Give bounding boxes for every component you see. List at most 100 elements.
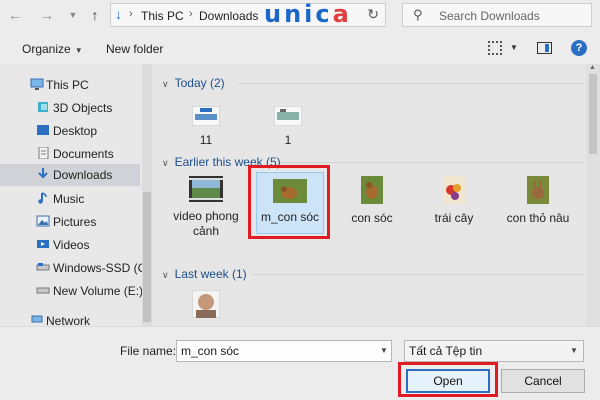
content-scrollbar[interactable]: ▲ bbox=[586, 64, 600, 326]
file-item-last-week[interactable] bbox=[172, 289, 240, 321]
new-folder-button[interactable]: New folder bbox=[106, 42, 163, 56]
document-icon bbox=[38, 147, 49, 159]
sidebar-item-downloads[interactable]: Downloads bbox=[0, 164, 140, 186]
file-type-select[interactable]: Tất cả Tệp tin bbox=[404, 340, 584, 362]
group-header-today[interactable]: ∨ Today (2) bbox=[162, 76, 225, 90]
sidebar-item-pictures[interactable]: Pictures bbox=[0, 211, 140, 233]
help-icon[interactable]: ? bbox=[571, 40, 587, 56]
sidebar-item-this-pc[interactable]: This PC bbox=[0, 74, 140, 96]
image-thumbnail-icon bbox=[191, 105, 221, 127]
sidebar-item-label: Pictures bbox=[53, 215, 97, 229]
group-divider bbox=[238, 83, 584, 84]
search-icon: ⚲ bbox=[413, 7, 423, 22]
file-name-input[interactable]: m_con sóc bbox=[176, 340, 392, 362]
desktop-icon bbox=[37, 125, 49, 135]
dialog-footer: File name: m_con sóc ▼ Tất cả Tệp tin ▼ … bbox=[0, 326, 600, 400]
file-name-label: File name: bbox=[120, 344, 177, 358]
search-box[interactable]: ⚲ Search Downloads bbox=[402, 3, 592, 27]
chevron-down-icon[interactable]: ▼ bbox=[510, 43, 518, 52]
file-item-trai-cay[interactable]: trái cây bbox=[420, 176, 488, 226]
sidebar-item-label: This PC bbox=[46, 78, 89, 92]
sidebar-item-label: Windows-SSD (C:) bbox=[53, 261, 152, 275]
chevron-down-icon[interactable]: ▼ bbox=[380, 346, 388, 355]
computer-icon bbox=[30, 78, 44, 90]
recent-locations-chevron-icon[interactable]: ▼ bbox=[64, 6, 82, 24]
image-thumbnail-icon bbox=[527, 176, 549, 204]
back-arrow-icon[interactable]: ← bbox=[6, 6, 24, 24]
preview-pane-icon[interactable] bbox=[537, 42, 552, 54]
sidebar-item-music[interactable]: Music bbox=[0, 188, 140, 210]
file-name: 11 bbox=[199, 133, 213, 147]
pictures-icon bbox=[36, 215, 50, 227]
file-name: video phong cảnh bbox=[173, 209, 239, 238]
sidebar-item-label: New Volume (E:) bbox=[53, 284, 144, 298]
image-thumbnail-icon bbox=[361, 176, 383, 204]
group-header-last-week[interactable]: ∨ Last week (1) bbox=[162, 267, 247, 281]
nav-scrollbar-thumb[interactable] bbox=[143, 192, 151, 322]
annotation-highlight-selected-file bbox=[248, 165, 330, 239]
download-icon bbox=[38, 168, 48, 179]
file-item-1[interactable]: 1 bbox=[254, 105, 322, 148]
chevron-down-icon: ▼ bbox=[74, 46, 83, 55]
image-thumbnail-icon bbox=[273, 105, 303, 127]
chevron-down-icon: ∨ bbox=[162, 158, 169, 168]
breadcrumb-this-pc[interactable]: This PC bbox=[141, 9, 184, 23]
drive-icon bbox=[36, 287, 50, 294]
sidebar-item-label: Downloads bbox=[53, 168, 113, 182]
file-item-11[interactable]: 11 bbox=[172, 105, 240, 148]
chevron-down-icon: ∨ bbox=[162, 79, 169, 89]
breadcrumb-downloads[interactable]: Downloads bbox=[199, 9, 258, 23]
video-icon bbox=[37, 240, 49, 248]
file-item-con-tho-nau[interactable]: con thỏ nâu bbox=[504, 176, 572, 226]
sidebar-item-documents[interactable]: Documents bbox=[0, 143, 140, 165]
breadcrumb-separator-icon[interactable]: › bbox=[189, 8, 193, 20]
network-icon bbox=[31, 315, 43, 323]
chevron-down-icon[interactable]: ▼ bbox=[570, 346, 578, 355]
breadcrumb-separator-icon[interactable]: › bbox=[129, 8, 133, 20]
file-item-video-phong-canh[interactable]: video phong cảnh bbox=[172, 176, 240, 239]
file-list: ∨ Today (2) 11 1 ∨ Earlier this week (5) v… bbox=[152, 64, 600, 326]
file-name: 1 bbox=[284, 133, 292, 147]
chevron-down-icon: ∨ bbox=[162, 270, 169, 280]
up-arrow-icon[interactable]: ↑ bbox=[86, 6, 104, 24]
nav-scrollbar[interactable] bbox=[142, 64, 152, 326]
address-row: ← → ▼ ↑ ↓ › This PC › Downloads ↻ unica … bbox=[0, 0, 600, 34]
command-toolbar: Organize ▼ New folder ▼ ? bbox=[0, 34, 600, 64]
file-name: con sóc bbox=[351, 211, 393, 225]
organize-button[interactable]: Organize ▼ bbox=[22, 42, 83, 56]
sidebar-item-label: Network bbox=[46, 314, 91, 326]
sidebar-item-label: Desktop bbox=[53, 124, 98, 138]
scroll-up-icon[interactable]: ▲ bbox=[589, 64, 596, 71]
sidebar-item-label: Music bbox=[53, 192, 85, 206]
content-scrollbar-thumb[interactable] bbox=[589, 74, 597, 154]
refresh-icon[interactable]: ↻ bbox=[367, 6, 379, 23]
sidebar-item-3d-objects[interactable]: 3D Objects bbox=[0, 97, 140, 119]
search-input[interactable]: Search Downloads bbox=[439, 9, 540, 23]
sidebar-item-new-volume[interactable]: New Volume (E:) bbox=[0, 280, 144, 302]
sidebar-item-windows-ssd[interactable]: Windows-SSD (C:) bbox=[0, 257, 152, 279]
unica-logo: unica bbox=[264, 0, 352, 28]
view-options-icon[interactable] bbox=[488, 41, 502, 55]
file-item-con-soc[interactable]: con sóc bbox=[338, 176, 406, 226]
sidebar-item-label: 3D Objects bbox=[53, 101, 113, 115]
navigation-pane: This PC 3D Objects Desktop Documents Dow… bbox=[0, 64, 152, 326]
sidebar-item-videos[interactable]: Videos bbox=[0, 234, 140, 256]
sidebar-item-label: Videos bbox=[53, 238, 90, 252]
cancel-button[interactable]: Cancel bbox=[501, 369, 585, 393]
image-thumbnail-icon bbox=[443, 176, 465, 204]
sidebar-item-label: Documents bbox=[53, 147, 114, 161]
file-name: trái cây bbox=[434, 211, 474, 225]
music-icon bbox=[38, 192, 47, 204]
group-divider bbox=[280, 162, 584, 163]
sidebar-item-network[interactable]: Network bbox=[0, 310, 140, 326]
file-name: con thỏ nâu bbox=[506, 211, 570, 225]
group-divider bbox=[252, 274, 584, 275]
forward-arrow-icon[interactable]: → bbox=[38, 6, 56, 24]
image-thumbnail-icon bbox=[191, 289, 221, 319]
annotation-highlight-open-button bbox=[398, 362, 498, 397]
video-thumbnail-icon bbox=[189, 176, 223, 202]
cube-icon bbox=[38, 102, 48, 112]
sidebar-item-desktop[interactable]: Desktop bbox=[0, 120, 140, 142]
drive-icon bbox=[36, 263, 50, 271]
download-folder-icon: ↓ bbox=[115, 6, 122, 22]
